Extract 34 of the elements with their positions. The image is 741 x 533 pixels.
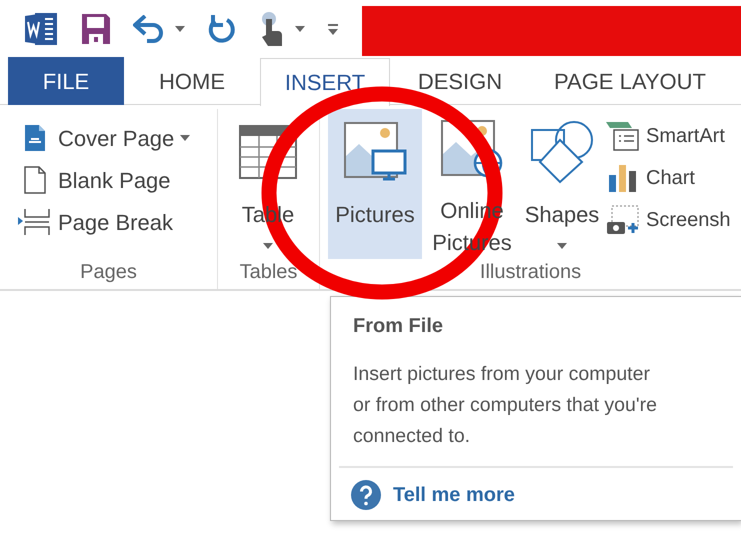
- ribbon-tab[interactable]: PAGE LAYOUT: [530, 57, 730, 105]
- caret-icon: [295, 26, 305, 32]
- undo-icon[interactable]: [133, 14, 165, 42]
- caret-icon: [557, 243, 567, 249]
- ribbon-button[interactable]: Cover Page: [18, 117, 190, 159]
- ribbon-tab[interactable]: DESIGN: [390, 57, 530, 105]
- repeat-icon[interactable]: [207, 12, 237, 44]
- ribbon-tab[interactable]: FILE: [8, 57, 124, 105]
- smartart-icon: [606, 120, 640, 152]
- ribbon-button[interactable]: Pictures: [328, 109, 422, 259]
- tooltip-description: Insert pictures from your computer or from other computers that you're connected to.: [353, 362, 658, 449]
- word-icon[interactable]: [25, 10, 59, 46]
- ribbon-button[interactable]: Blank Page: [18, 159, 190, 201]
- screenshot-camera-icon: [606, 204, 640, 236]
- help-icon: [351, 480, 381, 510]
- ribbon-button[interactable]: SmartArt: [606, 115, 730, 157]
- ribbon-button[interactable]: Page Break: [18, 201, 190, 243]
- caret-icon: [263, 243, 273, 249]
- tooltip-title: From File: [352, 314, 444, 339]
- hand-pointer-icon[interactable]: [259, 10, 285, 46]
- ribbon-button[interactable]: Screensh: [606, 199, 730, 241]
- page-break-icon: [18, 207, 52, 237]
- group-label: Illustrations: [478, 260, 582, 285]
- shapes-icon: [530, 119, 594, 185]
- customize-icon[interactable]: [327, 22, 339, 36]
- group-label: Tables: [238, 260, 298, 285]
- caret-icon: [175, 26, 185, 32]
- help-link[interactable]: Tell me more: [331, 468, 515, 510]
- save-icon[interactable]: [81, 12, 111, 44]
- ribbon-button[interactable]: Chart: [606, 157, 730, 199]
- caret-icon: [180, 135, 190, 141]
- ribbon-tab[interactable]: HOME: [124, 57, 260, 105]
- group-label: Pages: [79, 260, 138, 285]
- ribbon-button[interactable]: Shapes: [522, 109, 602, 259]
